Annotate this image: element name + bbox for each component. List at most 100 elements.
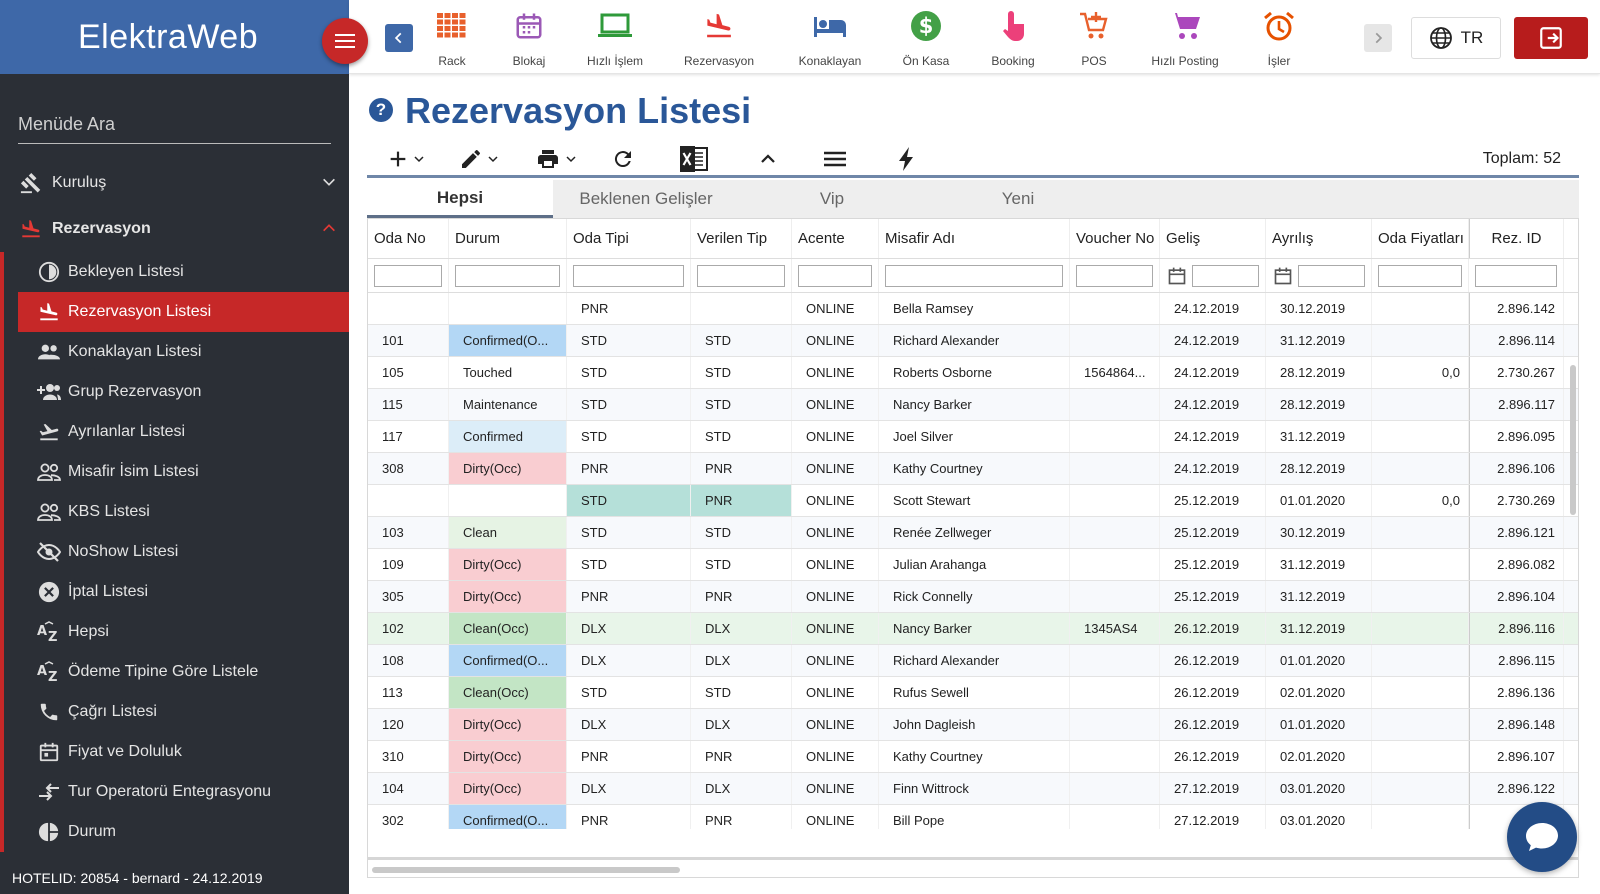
sidebar-subitem-hepsi[interactable]: A Z Hepsi [18,612,349,652]
chat-button[interactable] [1507,802,1577,872]
quick-action-button[interactable] [897,144,915,174]
column-header-acente[interactable]: Acente [792,219,879,258]
cell-verilen: STD [691,549,792,580]
cell-tip: STD [567,357,691,388]
columns-menu-button[interactable] [823,144,847,174]
table-row[interactable]: 101 Confirmed(O... STD STD ONLINE Richard Ale… [368,325,1578,357]
sidebar-item-kurulus[interactable]: Kuruluş [0,160,349,206]
cell-misafir: Kathy Courtney [879,741,1070,772]
table-row[interactable]: 308 Dirty(Occ) PNR PNR ONLINE Kathy Courtney 2… [368,453,1578,485]
language-button[interactable]: TR [1411,17,1501,59]
filter-input-ayrilis[interactable] [1298,264,1365,287]
menu-toggle-button[interactable] [322,18,368,64]
sidebar-subitem-bekleyen-listesi[interactable]: Bekleyen Listesi [18,252,349,292]
forward-button[interactable] [1364,24,1392,52]
table-row[interactable]: 105 Touched STD STD ONLINE Roberts Osborne 156… [368,357,1578,389]
excel-icon [680,146,708,172]
table-row[interactable]: 103 Clean STD STD ONLINE Renée Zellweger 25.12… [368,517,1578,549]
table-row[interactable]: 305 Dirty(Occ) PNR PNR ONLINE Rick Connelly 25… [368,581,1578,613]
filter-input-verilen[interactable] [697,264,785,287]
tab-vip[interactable]: Vip [739,180,925,218]
filter-input-oda[interactable] [374,264,442,287]
excel-export-button[interactable] [679,144,709,174]
sidebar-subitem-noshow-listesi[interactable]: NoShow Listesi [18,532,349,572]
sidebar-subitem-tur-operator-entegrasyonu[interactable]: Tur Operatorü Entegrasyonu [18,772,349,812]
filter-input-gelis[interactable] [1192,264,1259,287]
cell-ayrilis: 31.12.2019 [1266,613,1372,644]
toolbar-h-zl-posting-button[interactable]: Hızlı Posting [1140,8,1230,68]
sidebar-item-rezervasyon[interactable]: Rezervasyon [0,206,349,252]
sidebar-subitem-ayr-lanlar-listesi[interactable]: Ayrılanlar Listesi [18,412,349,452]
column-header-verilen[interactable]: Verilen Tip [691,219,792,258]
collapse-button[interactable] [759,144,777,174]
calendar-icon[interactable] [1272,265,1294,287]
cell-misafir: John Dagleish [879,709,1070,740]
toolbar--n-kasa-button[interactable]: $ Ön Kasa [881,8,971,68]
cell-oda: 115 [368,389,449,420]
cell-rez: 2.896.107 [1469,741,1564,772]
table-row[interactable]: 113 Clean(Occ) STD STD ONLINE Rufus Sewell 26.… [368,677,1578,709]
menu-search-input[interactable] [18,114,331,144]
table-row[interactable]: 117 Confirmed STD STD ONLINE Joel Silver 24.12… [368,421,1578,453]
sidebar-subitem-rezervasyon-listesi[interactable]: Rezervasyon Listesi [18,292,349,332]
print-button[interactable] [535,144,577,174]
filter-input-durum[interactable] [455,264,560,287]
help-icon[interactable]: ? [369,98,393,122]
table-row[interactable]: 120 Dirty(Occ) DLX DLX ONLINE John Dagleish 26… [368,709,1578,741]
toolbar-h-zl-i-lem-button[interactable]: Hızlı İşlem [570,8,660,68]
filter-input-rez[interactable] [1475,264,1557,287]
filter-input-acente[interactable] [798,264,872,287]
add-button[interactable] [387,144,425,174]
eye-off-icon [36,540,62,564]
sidebar-subitem-fiyat-ve-doluluk[interactable]: Fiyat ve Doluluk [18,732,349,772]
tab-hepsi[interactable]: Hepsi [367,180,553,218]
column-header-rez[interactable]: Rez. ID [1469,219,1564,258]
sidebar-subitem-i-ptal-listesi[interactable]: İptal Listesi [18,572,349,612]
filter-input-misafir[interactable] [885,264,1063,287]
toolbar-booking-button[interactable]: Booking [968,8,1058,68]
edit-button[interactable] [459,144,499,174]
logout-button[interactable] [1514,17,1588,59]
table-row[interactable]: PNR ONLINE Bella Ramsey 24.12.2019 30.12.201… [368,293,1578,325]
sidebar-subitem-kbs-listesi[interactable]: KBS Listesi [18,492,349,532]
cell-fiyat [1372,709,1469,740]
filter-input-fiyat[interactable] [1378,264,1462,287]
column-header-misafir[interactable]: Misafir Adı [879,219,1070,258]
calendar-icon[interactable] [1166,265,1188,287]
column-header-ayrilis[interactable]: Ayrılış [1266,219,1372,258]
sidebar-subitem--deme-tipine-g-re-listele[interactable]: A Z Ödeme Tipine Göre Listele [18,652,349,692]
sidebar-subitem-durum[interactable]: Durum [18,812,349,852]
table-row[interactable]: 310 Dirty(Occ) PNR PNR ONLINE Kathy Courtney 2… [368,741,1578,773]
column-header-fiyat[interactable]: Oda Fiyatları [1372,219,1469,258]
toolbar-i-ler-button[interactable]: İşler [1234,8,1324,68]
horizontal-scrollbar[interactable] [372,867,680,873]
table-row[interactable]: 302 Confirmed(O... PNR PNR ONLINE Bill Pope 27… [368,805,1578,829]
tab-beklenen-geli-ler[interactable]: Beklenen Gelişler [553,180,739,218]
cell-misafir: Finn Wittrock [879,773,1070,804]
table-row[interactable]: 115 Maintenance STD STD ONLINE Nancy Barker 24… [368,389,1578,421]
toolbar-pos-button[interactable]: POS [1049,8,1139,68]
toolbar-blokaj-button[interactable]: Blokaj [484,8,574,68]
column-header-gelis[interactable]: Geliş [1160,219,1266,258]
table-row[interactable]: 102 Clean(Occ) DLX DLX ONLINE Nancy Barker 134… [368,613,1578,645]
sidebar-subitem-grup-rezervasyon[interactable]: Grup Rezervasyon [18,372,349,412]
sidebar-subitem--a-r-listesi[interactable]: Çağrı Listesi [18,692,349,732]
sidebar-subitem-konaklayan-listesi[interactable]: Konaklayan Listesi [18,332,349,372]
sidebar-subitem-misafir-i-sim-listesi[interactable]: Misafir İsim Listesi [18,452,349,492]
column-header-voucher[interactable]: Voucher No [1070,219,1160,258]
toolbar-konaklayan-button[interactable]: Konaklayan [785,8,875,68]
filter-input-voucher[interactable] [1076,264,1153,287]
refresh-button[interactable] [611,144,635,174]
column-header-tip[interactable]: Oda Tipi [567,219,691,258]
filter-input-tip[interactable] [573,264,684,287]
toolbar-rezervasyon-button[interactable]: Rezervasyon [674,8,764,68]
total-count: Toplam: 52 [1482,150,1561,167]
column-header-durum[interactable]: Durum [449,219,567,258]
table-row[interactable]: 104 Dirty(Occ) DLX DLX ONLINE Finn Wittrock 27… [368,773,1578,805]
table-row[interactable]: 108 Confirmed(O... DLX DLX ONLINE Richard Ale… [368,645,1578,677]
column-header-oda[interactable]: Oda No [368,219,449,258]
tab-yeni[interactable]: Yeni [925,180,1111,218]
table-row[interactable]: STD PNR ONLINE Scott Stewart 25.12.2019 01.01… [368,485,1578,517]
vertical-scrollbar[interactable] [1570,365,1576,515]
table-row[interactable]: 109 Dirty(Occ) STD STD ONLINE Julian Arahanga… [368,549,1578,581]
